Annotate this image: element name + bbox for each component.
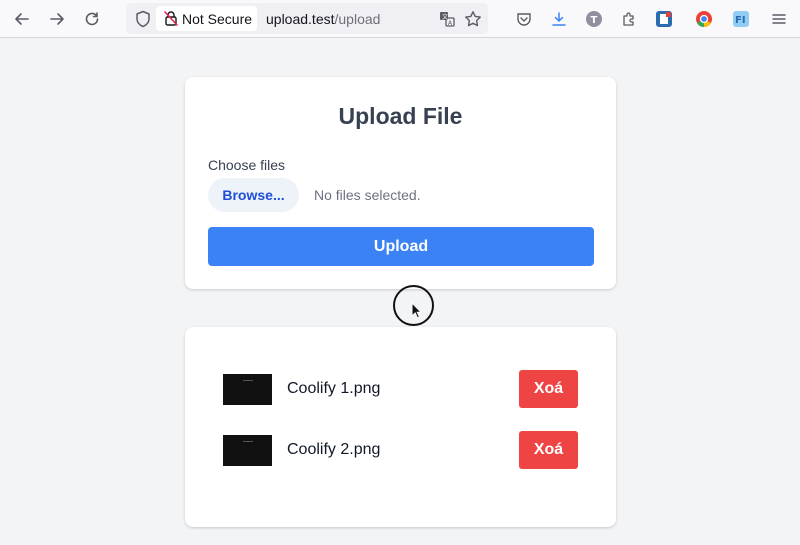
list-item: Coolify 2.png Xoá (185, 431, 616, 471)
file-name: Coolify 1.png (287, 380, 381, 397)
extensions-puzzle-icon[interactable] (619, 9, 639, 29)
account-avatar-icon[interactable]: T (584, 9, 604, 29)
download-icon[interactable] (549, 9, 569, 29)
page-title: Upload File (338, 103, 463, 129)
browser-toolbar: Not Secure upload.test/upload 文A T FI (0, 0, 800, 38)
choose-files-label: Choose files (208, 157, 286, 173)
shield-icon[interactable] (133, 9, 153, 29)
svg-text:FI: FI (735, 15, 746, 26)
back-arrow-icon[interactable] (12, 9, 32, 29)
bookmark-star-icon[interactable] (463, 9, 483, 29)
file-name: Coolify 2.png (287, 441, 381, 458)
reload-icon[interactable] (82, 9, 102, 29)
pocket-icon[interactable] (514, 9, 534, 29)
not-secure-badge[interactable]: Not Secure (156, 6, 257, 31)
url-host: upload.test (266, 11, 335, 27)
broken-lock-icon (163, 10, 179, 32)
extension-fi-icon[interactable]: FI (731, 9, 751, 29)
upload-button[interactable]: Upload (208, 227, 594, 266)
url-path: /upload (334, 11, 381, 27)
file-thumbnail (223, 435, 272, 466)
list-item: Coolify 1.png Xoá (185, 370, 616, 410)
no-files-text: No files selected. (314, 187, 421, 203)
uploaded-files-card: Coolify 1.png Xoá Coolify 2.png Xoá (185, 327, 616, 527)
file-thumbnail (223, 374, 272, 405)
security-label: Not Secure (182, 11, 253, 27)
menu-hamburger-icon[interactable] (769, 9, 789, 29)
delete-button[interactable]: Xoá (519, 370, 578, 408)
delete-button[interactable]: Xoá (519, 431, 578, 469)
mouse-cursor-icon (411, 301, 423, 325)
url-text[interactable]: upload.test/upload (266, 11, 380, 27)
extension-chrome-icon[interactable] (694, 9, 714, 29)
extension-blue-icon[interactable] (654, 9, 674, 29)
upload-card: Upload File Choose files Browse... No fi… (185, 77, 616, 289)
browse-button[interactable]: Browse... (208, 178, 299, 212)
forward-arrow-icon[interactable] (47, 9, 67, 29)
svg-text:T: T (591, 15, 598, 26)
translate-icon[interactable]: 文A (437, 9, 457, 29)
